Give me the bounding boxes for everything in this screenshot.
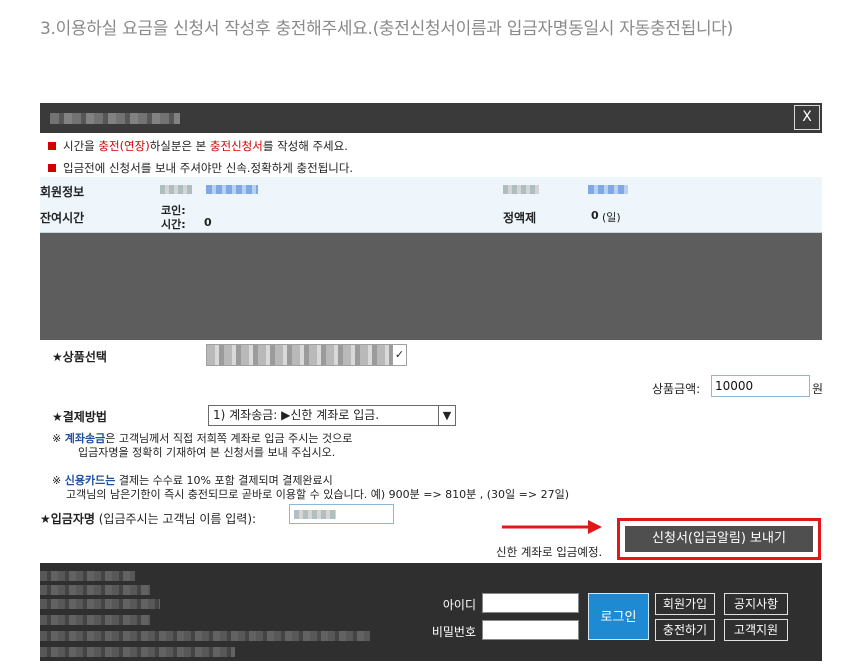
signup-button[interactable]: 회원가입	[655, 593, 715, 615]
support-button[interactable]: 고객지원	[724, 619, 788, 641]
id-label: 아이디	[442, 598, 476, 612]
notice-highlight: 충전(연장)	[98, 139, 150, 153]
blurred-member-field	[503, 185, 539, 194]
member-info-section: 회원정보 잔여시간 코인: 시간: 0 정액제 0 (일)	[40, 177, 822, 233]
page-heading: 3.이용하실 요금을 신청서 작성후 충전해주세요.(충전신청서이름과 입금자명…	[40, 19, 733, 39]
bank-note: 신한 계좌로 입금예정.	[496, 545, 603, 559]
close-button[interactable]: X	[794, 105, 820, 130]
login-button[interactable]: 로그인	[588, 593, 649, 640]
send-button-highlight: 신청서(입금알림) 보내기	[617, 518, 821, 560]
notice-charge: 시간을 충전(연장)하실분은 본 충전신청서를 작성해 주세요.	[48, 138, 348, 154]
charge-request-dialog: X 시간을 충전(연장)하실분은 본 충전신청서를 작성해 주세요. 입금전에 …	[40, 103, 824, 661]
fixed-rate-unit: (일)	[602, 211, 621, 224]
red-square-icon	[48, 142, 56, 150]
price-label: 상품금액:	[652, 382, 701, 396]
blurred-member-email	[206, 185, 258, 194]
blurred-footer-text	[40, 615, 150, 625]
content-placeholder-area	[40, 233, 822, 340]
notice-text: 를 작성해 주세요.	[262, 139, 348, 153]
password-input[interactable]	[482, 620, 579, 640]
price-unit: 원	[812, 382, 824, 396]
blurred-depositor-name	[294, 510, 336, 519]
blurred-dialog-title	[50, 113, 180, 124]
payment-method-select[interactable]: 1) 계좌송금: ▶신한 계좌로 입금. ▼	[208, 405, 456, 426]
depositor-hint: (입금주시는 고객님 이름 입력):	[94, 512, 257, 526]
blurred-footer-text	[40, 599, 160, 609]
send-request-button[interactable]: 신청서(입금알림) 보내기	[625, 526, 813, 552]
bank-transfer-desc-2: 입금자명을 정확히 기재하여 본 신청서를 보내 주십시오.	[78, 446, 336, 459]
notice-text: 하실분은 본	[149, 139, 210, 153]
desc-prefix: ※	[52, 432, 65, 445]
dialog-titlebar: X	[40, 103, 822, 133]
blurred-footer-text	[40, 585, 150, 595]
chevron-down-icon: ✓	[392, 345, 406, 365]
desc-prefix: ※	[52, 474, 65, 487]
red-square-icon	[48, 164, 56, 172]
depositor-name-input[interactable]	[289, 504, 394, 524]
blurred-member-value	[588, 185, 628, 194]
remaining-time-label: 잔여시간	[40, 211, 85, 225]
fixed-rate-value: 0	[591, 209, 599, 222]
password-label: 비밀번호	[431, 625, 476, 639]
id-input[interactable]	[482, 593, 579, 613]
time-label: 시간:	[161, 218, 186, 231]
depositor-name-label: ★입금자명 (입금주시는 고객님 이름 입력):	[40, 510, 256, 527]
product-select[interactable]: ✓	[206, 344, 407, 366]
product-select-label: ★상품선택	[52, 350, 107, 364]
time-value: 0	[204, 216, 212, 229]
depositor-label: ★입금자명	[40, 512, 95, 526]
payment-method-label: ★결제방법	[52, 410, 107, 424]
payment-method-value: 1) 계좌송금: ▶신한 계좌로 입금.	[213, 408, 380, 422]
chevron-down-icon: ▼	[438, 406, 455, 425]
blurred-footer-text	[40, 631, 370, 641]
credit-card-desc-2: 고객님의 남은기한이 즉시 충전되므로 곧바로 이용할 수 있습니다. 예) 9…	[66, 488, 570, 501]
notice-deposit: 입금전에 신청서를 보내 주셔야만 신속.정확하게 충전됩니다.	[48, 160, 353, 176]
notice-text: 입금전에 신청서를 보내 주셔야만 신속.정확하게 충전됩니다.	[63, 161, 354, 175]
blurred-footer-text	[40, 571, 135, 581]
footer: 아이디 비밀번호 로그인 회원가입 공지사항 충전하기 고객지원	[40, 563, 822, 661]
blurred-footer-text	[40, 647, 235, 657]
notice-text: 시간을	[63, 139, 99, 153]
price-input[interactable]: 10000	[711, 375, 810, 397]
notice-highlight: 충전신청서	[209, 139, 263, 153]
blurred-member-id	[160, 185, 192, 194]
member-info-label: 회원정보	[40, 185, 85, 199]
fixed-rate-label: 정액제	[503, 211, 537, 225]
charge-button[interactable]: 충전하기	[655, 619, 715, 641]
notice-button[interactable]: 공지사항	[724, 593, 788, 615]
